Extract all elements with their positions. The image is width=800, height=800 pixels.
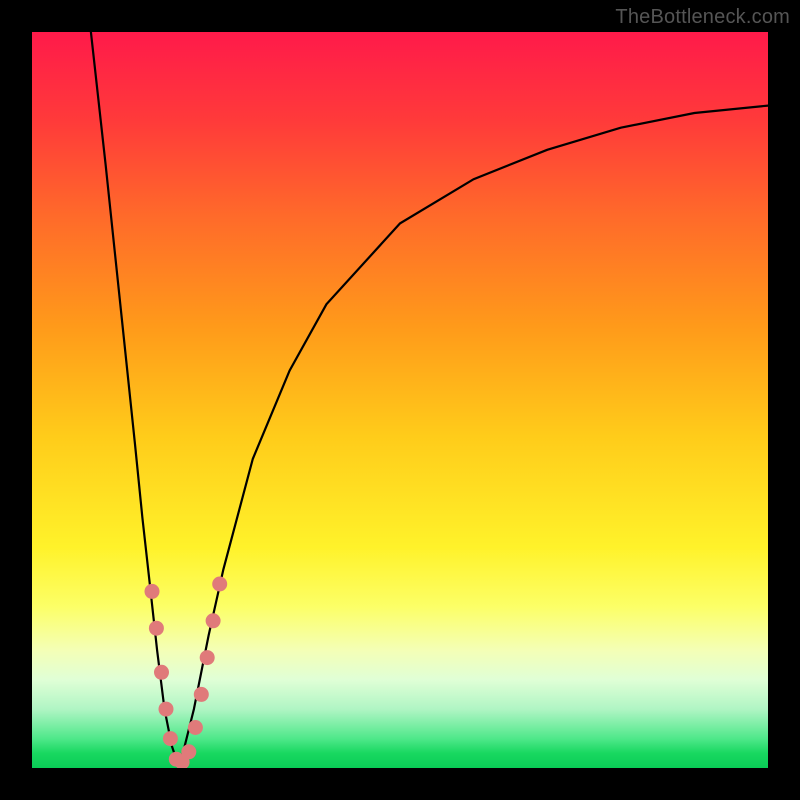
- bead: [200, 650, 215, 665]
- curve-group: [91, 32, 768, 768]
- bead: [206, 613, 221, 628]
- bead: [194, 687, 209, 702]
- curve-svg: [32, 32, 768, 768]
- bead: [145, 584, 160, 599]
- curve-right-branch: [179, 106, 768, 768]
- curve-left-branch: [91, 32, 179, 768]
- bead: [159, 702, 174, 717]
- bead: [163, 731, 178, 746]
- bead: [188, 720, 203, 735]
- bead: [154, 665, 169, 680]
- plot-area: [32, 32, 768, 768]
- outer-frame: TheBottleneck.com: [0, 0, 800, 800]
- bead: [181, 744, 196, 759]
- watermark-text: TheBottleneck.com: [615, 6, 790, 29]
- bead: [212, 577, 227, 592]
- bead: [149, 621, 164, 636]
